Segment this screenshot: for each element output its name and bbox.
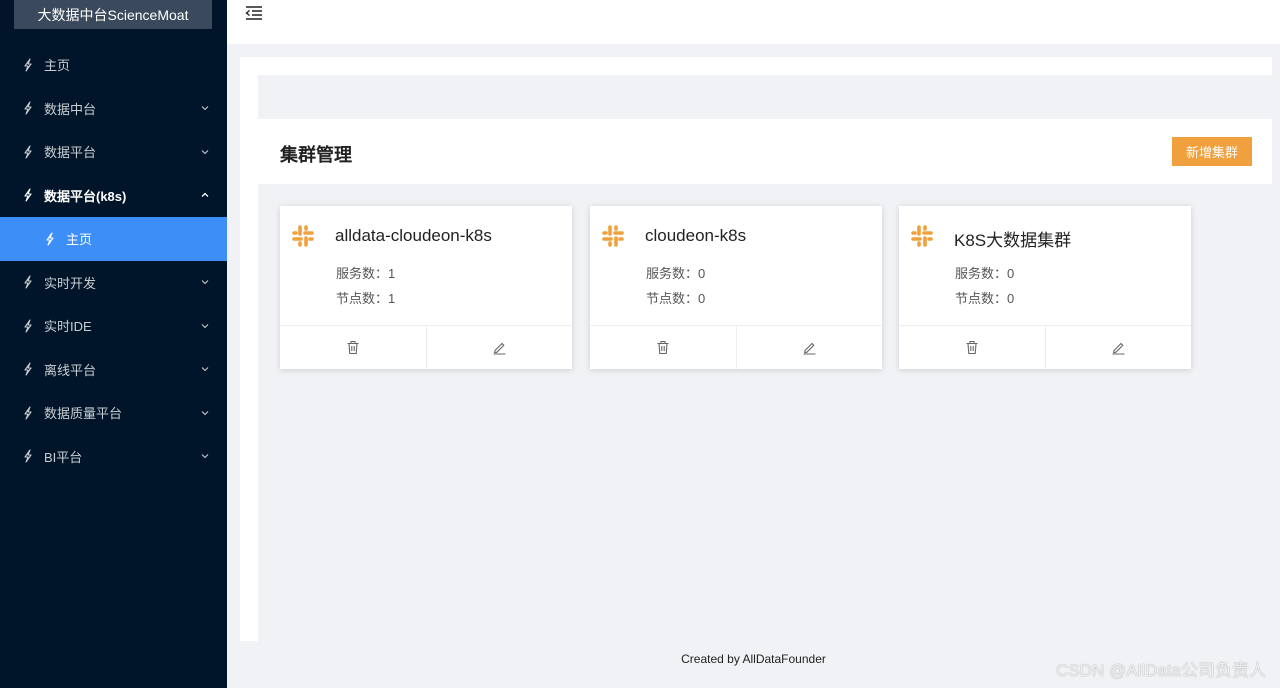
edit-cluster-button[interactable] (735, 326, 883, 369)
lightning-icon (46, 232, 54, 246)
sidebar-item-label: 主页 (66, 232, 93, 248)
sidebar-item-label: 数据中台 (44, 101, 97, 117)
trash-icon (966, 340, 978, 355)
sidebar-item-realtime-dev[interactable]: 实时开发 (0, 261, 227, 305)
delete-cluster-button[interactable] (280, 326, 426, 369)
cluster-node-count: 节点数：1 (336, 291, 396, 306)
sidebar-item-label: 离线平台 (44, 362, 97, 378)
trash-icon (657, 340, 669, 355)
sidebar-item-home[interactable]: 主页 (0, 43, 227, 87)
sidebar-menu: 主页 数据中台 数据平台 数据平台(k8s) 主页 实时开发 实时IDE 离线平… (0, 43, 227, 478)
chevron-up-icon (201, 192, 209, 198)
chevron-down-icon (201, 149, 209, 155)
delete-cluster-button[interactable] (590, 326, 736, 369)
chevron-down-icon (201, 323, 209, 329)
sidebar-item-bi-platform[interactable]: BI平台 (0, 435, 227, 479)
cluster-card[interactable]: alldata-cloudeon-k8s 服务数：1 节点数：1 (280, 206, 572, 369)
sidebar-item-label: 实时IDE (44, 319, 92, 335)
sidebar-item-label: BI平台 (44, 449, 83, 465)
slack-icon (292, 225, 314, 247)
card-actions (590, 325, 882, 369)
breadcrumb-bar (258, 75, 1272, 119)
lightning-icon (24, 449, 32, 463)
sidebar-item-realtime-ide[interactable]: 实时IDE (0, 304, 227, 348)
lightning-icon (24, 319, 32, 333)
top-header (227, 0, 1280, 44)
slack-icon (911, 225, 933, 247)
lightning-icon (24, 58, 32, 72)
sidebar-item-label: 实时开发 (44, 275, 97, 291)
lightning-icon (24, 275, 32, 289)
card-actions (899, 325, 1191, 369)
chevron-down-icon (201, 454, 209, 459)
sidebar-item-data-platform-k8s[interactable]: 数据平台(k8s) (0, 174, 227, 218)
page-title: 集群管理 (280, 145, 352, 165)
cluster-node-count: 节点数：0 (955, 291, 1015, 306)
chevron-down-icon (201, 367, 209, 372)
cluster-name: K8S大数据集群 (954, 231, 1072, 250)
sidebar-item-label: 数据平台(k8s) (44, 188, 127, 204)
lightning-icon (24, 145, 32, 159)
csdn-watermark: CSDN @AllData公司负责人 (1056, 661, 1266, 680)
chevron-down-icon (201, 106, 209, 111)
cluster-service-count: 服务数：0 (955, 266, 1015, 281)
sidebar: 大数据中台ScienceMoat 主页 数据中台 数据平台 数据平台(k8s) … (0, 0, 227, 688)
edit-icon (493, 342, 506, 355)
delete-cluster-button[interactable] (899, 326, 1045, 369)
lightning-icon (24, 362, 32, 376)
cluster-name: cloudeon-k8s (645, 226, 747, 245)
sidebar-subitem-home[interactable]: 主页 (0, 217, 227, 261)
sidebar-item-offline-platform[interactable]: 离线平台 (0, 348, 227, 392)
cluster-name: alldata-cloudeon-k8s (335, 226, 492, 245)
cluster-card[interactable]: K8S大数据集群 服务数：0 节点数：0 (899, 206, 1191, 369)
chevron-down-icon (201, 410, 209, 416)
slack-icon (602, 225, 624, 247)
add-cluster-button[interactable]: 新增集群 (1172, 137, 1252, 166)
lightning-icon (24, 406, 32, 420)
trash-icon (347, 340, 359, 355)
sidebar-item-data-middle-platform[interactable]: 数据中台 (0, 87, 227, 131)
cluster-card-area: alldata-cloudeon-k8s 服务数：1 节点数：1 cloudeo… (258, 184, 1272, 641)
menu-fold-icon[interactable] (245, 5, 263, 21)
chevron-down-icon (201, 280, 209, 285)
lightning-icon (24, 101, 32, 115)
cluster-node-count: 节点数：0 (646, 291, 706, 306)
content-panel: 集群管理 新增集群 alldata-cloudeon-k8s 服务数：1 节点数… (240, 57, 1272, 641)
cluster-service-count: 服务数：0 (646, 266, 706, 281)
sidebar-item-label: 数据平台 (44, 145, 97, 161)
edit-icon (803, 342, 816, 355)
sidebar-item-label: 主页 (44, 58, 71, 74)
cluster-service-count: 服务数：1 (336, 266, 396, 281)
edit-cluster-button[interactable] (1044, 326, 1192, 369)
edit-cluster-button[interactable] (425, 326, 573, 369)
sidebar-item-data-quality[interactable]: 数据质量平台 (0, 391, 227, 435)
sidebar-item-label: 数据质量平台 (44, 406, 123, 422)
edit-icon (1112, 342, 1125, 355)
card-actions (280, 325, 572, 369)
app-logo-title[interactable]: 大数据中台ScienceMoat (14, 0, 212, 29)
cluster-card[interactable]: cloudeon-k8s 服务数：0 节点数：0 (590, 206, 882, 369)
lightning-icon (24, 188, 32, 202)
sidebar-item-data-platform[interactable]: 数据平台 (0, 130, 227, 174)
